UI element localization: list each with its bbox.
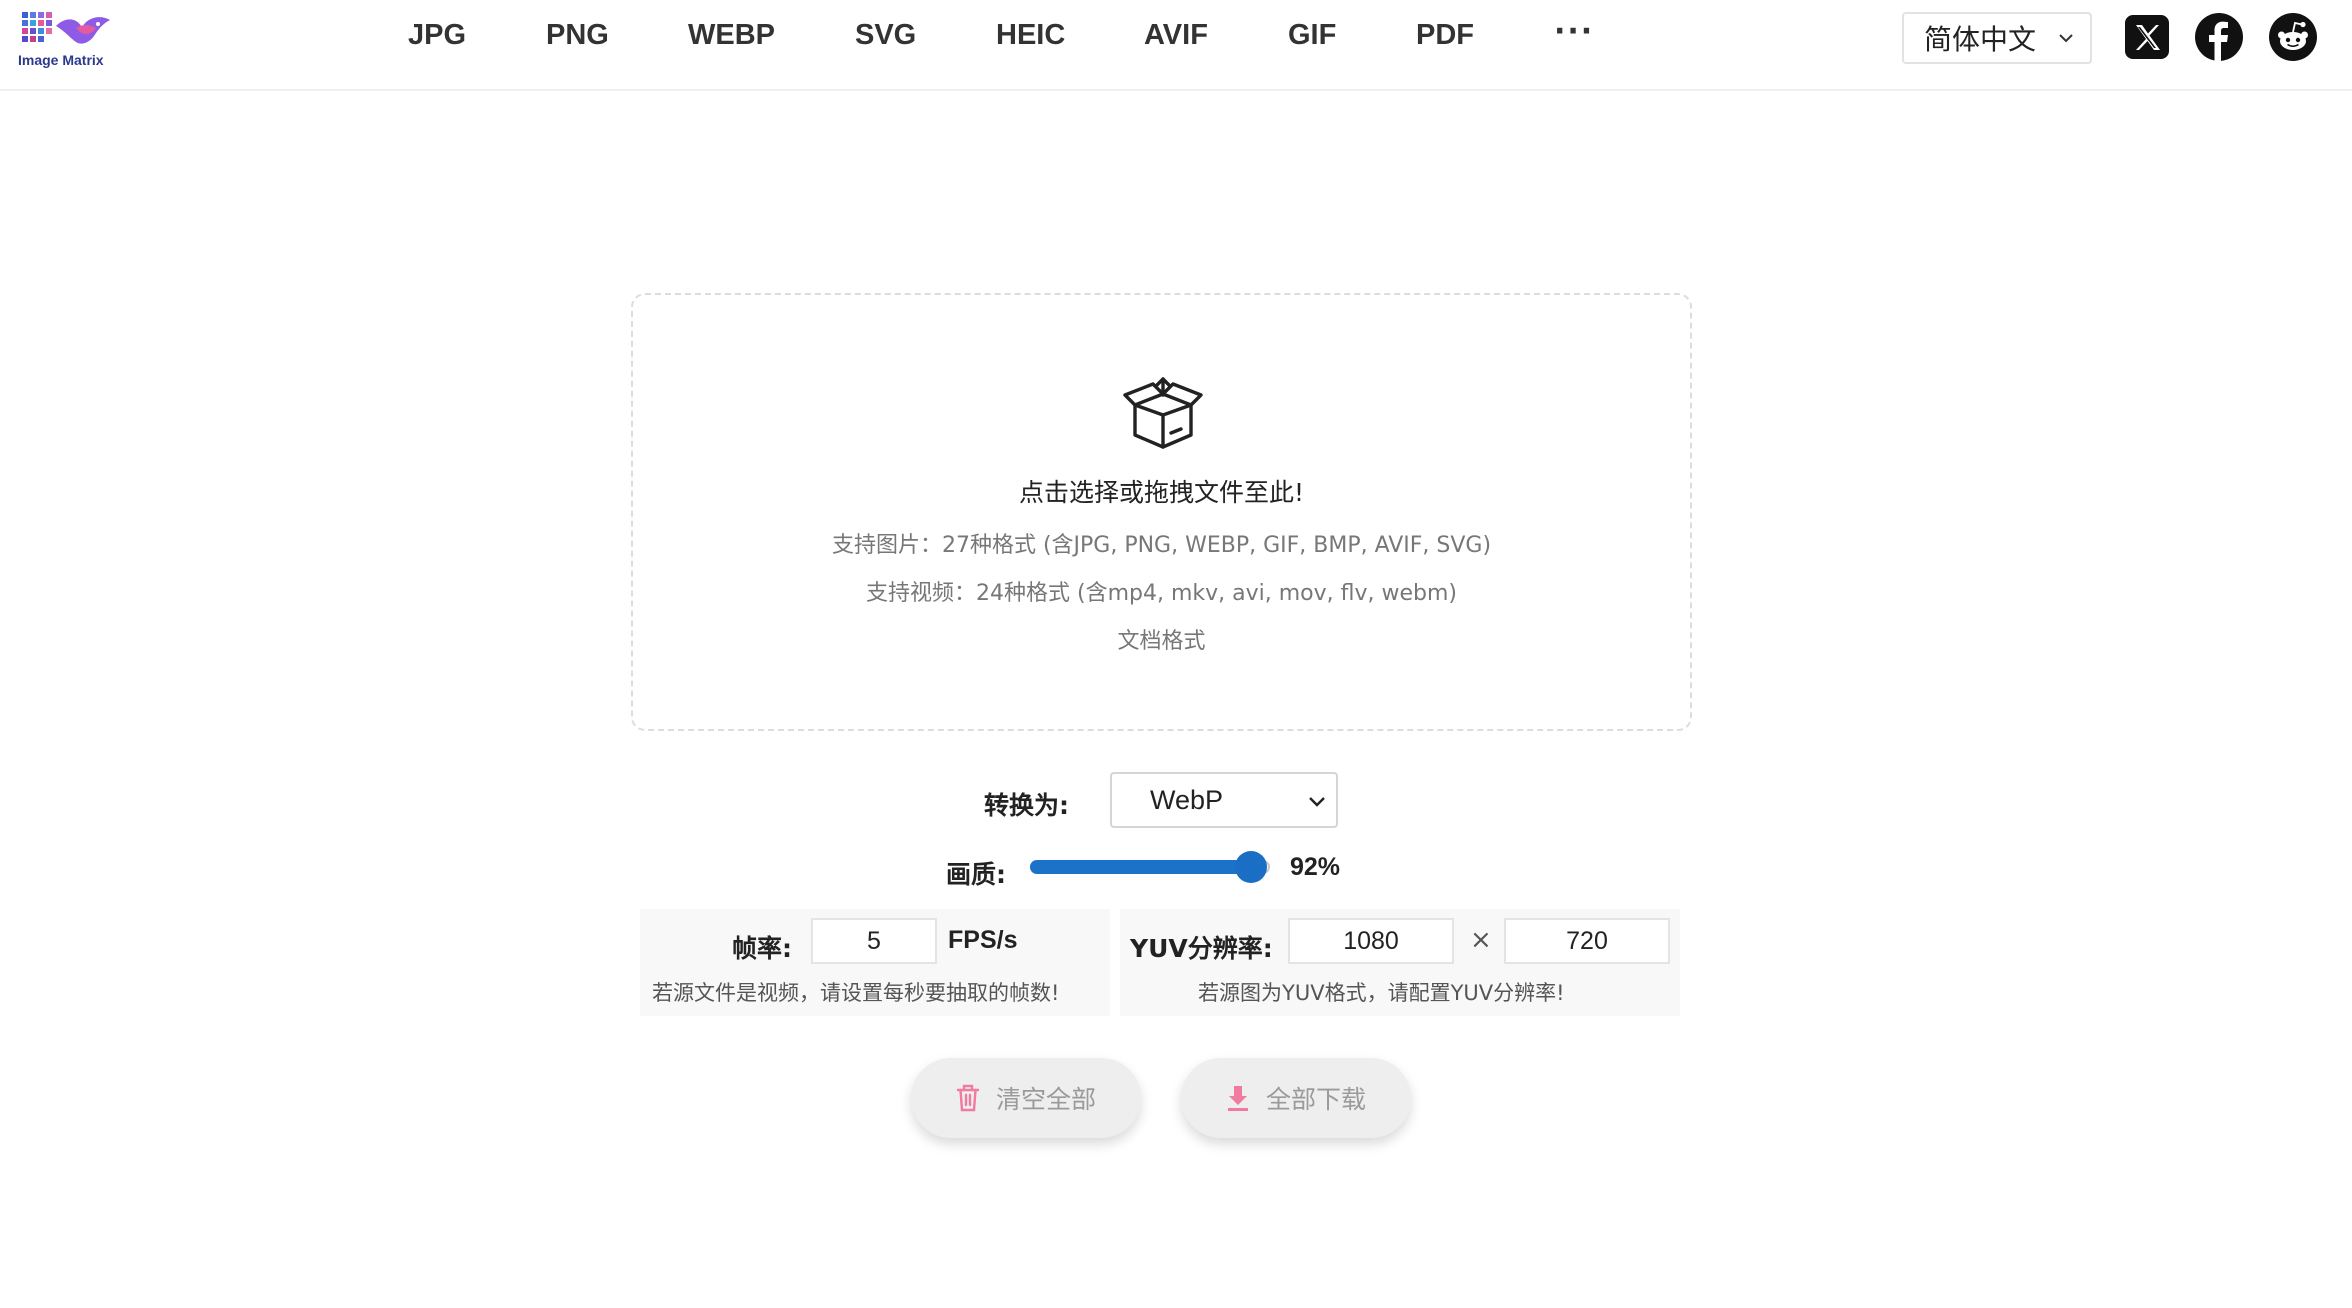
quality-value: 92% — [1290, 853, 1341, 881]
framerate-unit: FPS/s — [948, 926, 1018, 954]
download-all-label: 全部下载 — [1265, 1085, 1366, 1114]
quality-label: 画质: — [946, 860, 1006, 889]
framerate-hint: 若源文件是视频，请设置每秒要抽取的帧数! — [652, 981, 1060, 1005]
trash-icon — [956, 1084, 980, 1112]
nav-item-heic[interactable]: HEIC — [996, 19, 1065, 52]
quality-slider-fill — [1030, 860, 1251, 874]
target-format-value: WebP — [1150, 784, 1224, 815]
nav-item-png[interactable]: PNG — [546, 19, 609, 52]
framerate-input[interactable]: 5 — [811, 918, 937, 964]
convert-to-label: 转换为: — [984, 791, 1069, 820]
yuv-resolution-label: YUV分辨率: — [1130, 934, 1273, 963]
chevron-down-icon — [1309, 797, 1325, 807]
download-icon — [1227, 1086, 1248, 1111]
file-drop-zone[interactable]: 点击选择或拖拽文件至此! 支持图片：27种格式 (含JPG, PNG, WEBP… — [631, 293, 1692, 731]
quality-slider[interactable] — [1030, 851, 1272, 883]
x-icon[interactable] — [2122, 12, 2172, 62]
top-header: Image Matrix JPG PNG WEBP SVG HEIC AVIF … — [0, 0, 2352, 91]
nav-item-jpg[interactable]: JPG — [408, 19, 466, 52]
open-box-icon — [1123, 377, 1203, 449]
target-format-select[interactable]: WebP — [1110, 772, 1338, 828]
clear-all-label: 清空全部 — [995, 1085, 1096, 1114]
nav-item-avif[interactable]: AVIF — [1144, 19, 1208, 52]
dropzone-title: 点击选择或拖拽文件至此! — [1018, 478, 1305, 507]
nav-item-svg[interactable]: SVG — [855, 19, 916, 52]
logo-grid-icon — [22, 12, 52, 42]
language-select[interactable]: 简体中文 — [1902, 12, 2092, 64]
framerate-label: 帧率: — [732, 934, 792, 963]
yuv-height-input[interactable]: 720 — [1504, 918, 1670, 964]
logo[interactable]: Image Matrix — [18, 12, 110, 72]
clear-all-button[interactable]: 清空全部 — [911, 1058, 1141, 1138]
yuv-width-input[interactable]: 1080 — [1288, 918, 1454, 964]
nav-item-gif[interactable]: GIF — [1288, 19, 1336, 52]
language-select-value: 简体中文 — [1924, 23, 2037, 56]
quality-slider-thumb[interactable] — [1235, 851, 1267, 883]
reddit-icon[interactable] — [2268, 12, 2318, 62]
framerate-panel: 帧率: 5 FPS/s 若源文件是视频，请设置每秒要抽取的帧数! — [640, 909, 1110, 1016]
yuv-hint: 若源图为YUV格式，请配置YUV分辨率! — [1198, 981, 1565, 1005]
facebook-icon[interactable] — [2194, 12, 2244, 62]
document-formats-text: 文档格式 — [1117, 629, 1206, 654]
download-all-button[interactable]: 全部下载 — [1181, 1058, 1411, 1138]
logo-text: Image Matrix — [18, 52, 104, 68]
page: Image Matrix JPG PNG WEBP SVG HEIC AVIF … — [0, 0, 2352, 1308]
image-formats-text: 支持图片：27种格式 (含JPG, PNG, WEBP, GIF, BMP, A… — [831, 533, 1492, 558]
times-symbol: × — [1470, 925, 1492, 955]
chevron-down-icon — [2059, 34, 2073, 43]
nav-item-pdf[interactable]: PDF — [1416, 19, 1474, 52]
logo-bird-icon — [56, 17, 110, 44]
nav-more-menu[interactable]: ··· — [1554, 14, 1594, 49]
nav-item-webp[interactable]: WEBP — [688, 19, 775, 52]
yuv-panel: YUV分辨率: 1080 × 720 若源图为YUV格式，请配置YUV分辨率! — [1120, 909, 1680, 1016]
video-formats-text: 支持视频：24种格式 (含mp4, mkv, avi, mov, flv, we… — [866, 581, 1457, 606]
